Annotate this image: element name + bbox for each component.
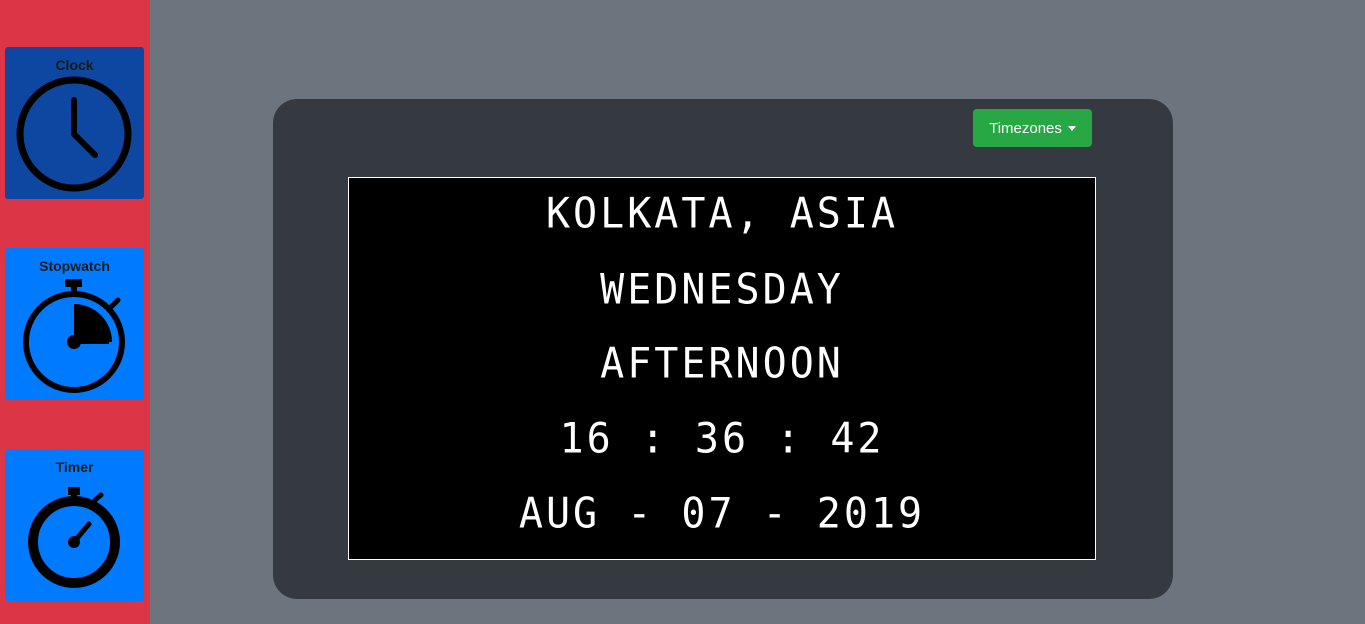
clock-panel: Timezones KOLKATA, ASIA WEDNESDAY AFTERN… bbox=[273, 99, 1173, 599]
weekday-text: WEDNESDAY bbox=[600, 265, 844, 315]
timezones-dropdown-button[interactable]: Timezones bbox=[973, 109, 1092, 147]
stopwatch-icon bbox=[23, 279, 125, 393]
sidebar-item-stopwatch[interactable]: Stopwatch bbox=[5, 248, 144, 400]
caret-down-icon bbox=[1067, 126, 1076, 131]
timezones-button-label: Timezones bbox=[989, 119, 1062, 137]
clock-icon bbox=[16, 76, 132, 192]
sidebar-item-timer[interactable]: Timer bbox=[5, 449, 144, 601]
sidebar: Clock Stopwatch Timer bbox=[0, 0, 150, 624]
digital-clock-display: KOLKATA, ASIA WEDNESDAY AFTERNOON 16 : 3… bbox=[348, 177, 1096, 560]
time-text: 16 : 36 : 42 bbox=[559, 414, 885, 464]
date-text: AUG - 07 - 2019 bbox=[518, 489, 926, 539]
location-text: KOLKATA, ASIA bbox=[545, 189, 899, 239]
sidebar-item-clock[interactable]: Clock bbox=[5, 47, 144, 199]
period-text: AFTERNOON bbox=[600, 339, 844, 389]
timer-icon bbox=[28, 487, 120, 588]
